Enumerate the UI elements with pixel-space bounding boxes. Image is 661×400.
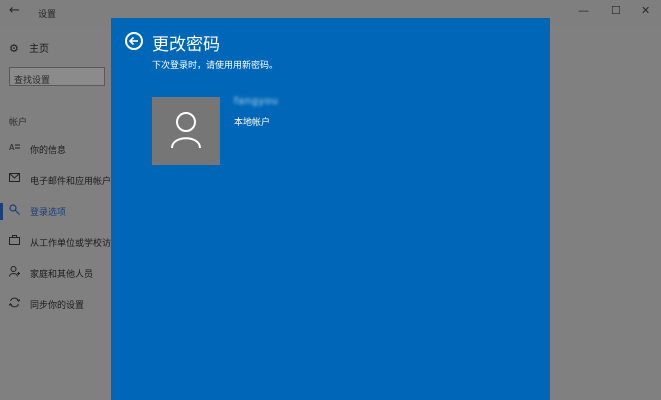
sidebar-item-label: 同步你的设置 (30, 301, 85, 311)
dialog-title: 更改密码 (152, 35, 220, 55)
sidebar-item-label: 电子邮件和应用帐户 (30, 177, 112, 187)
svg-text:A: A (9, 143, 15, 152)
back-arrow-icon (128, 36, 138, 46)
search-input[interactable] (10, 73, 108, 89)
sidebar-item-sync[interactable]: 同步你的设置 (0, 289, 112, 320)
sidebar-item-label: 家庭和其他人员 (30, 270, 94, 280)
sidebar: ⚙主页 帐户 A 你的信息 电子邮件和应用帐户 登录选项 从 (0, 26, 112, 400)
change-password-dialog: 更改密码 下次登录时，请使用用新密码。 fangyou 本地帐户 (111, 18, 550, 400)
sync-icon (8, 297, 21, 311)
back-arrow-icon[interactable]: ← (9, 3, 20, 18)
sidebar-nav: A 你的信息 电子邮件和应用帐户 登录选项 从工作单位或学校访问 家庭和其他人员… (0, 134, 112, 320)
sidebar-item-email-accounts[interactable]: 电子邮件和应用帐户 (0, 165, 112, 196)
briefcase-icon (9, 235, 21, 248)
user-name: fangyou (234, 96, 279, 107)
sidebar-item-label: 你的信息 (30, 146, 67, 156)
people-icon (9, 266, 21, 280)
key-icon (9, 204, 21, 218)
sidebar-item-your-info[interactable]: A 你的信息 (0, 134, 112, 165)
content-area-dimmed (550, 26, 661, 400)
minimize-button[interactable]: — (578, 4, 589, 17)
window-title: 设置 (38, 10, 57, 20)
section-label: 帐户 (9, 118, 28, 128)
dialog-back-button[interactable] (125, 32, 143, 50)
sidebar-item-sign-in-options[interactable]: 登录选项 (0, 196, 112, 227)
home-nav-item[interactable]: ⚙ 主页 (9, 40, 49, 55)
avatar (152, 97, 220, 165)
mail-icon (9, 173, 21, 185)
sidebar-item-label: 登录选项 (30, 208, 67, 218)
sidebar-item-family[interactable]: 家庭和其他人员 (0, 258, 112, 289)
dialog-subtitle: 下次登录时，请使用用新密码。 (152, 61, 279, 71)
maximize-button[interactable]: ☐ (611, 4, 621, 17)
person-card-icon: A (9, 142, 21, 155)
gear-icon: ⚙ (9, 42, 19, 55)
user-icon (171, 112, 201, 149)
close-button[interactable]: ✕ (641, 4, 650, 17)
sidebar-item-work-school[interactable]: 从工作单位或学校访问 (0, 227, 112, 258)
home-label: 主页 (29, 44, 49, 55)
account-type: 本地帐户 (234, 118, 271, 128)
sidebar-item-label: 从工作单位或学校访问 (30, 239, 112, 249)
search-box[interactable] (9, 67, 108, 89)
